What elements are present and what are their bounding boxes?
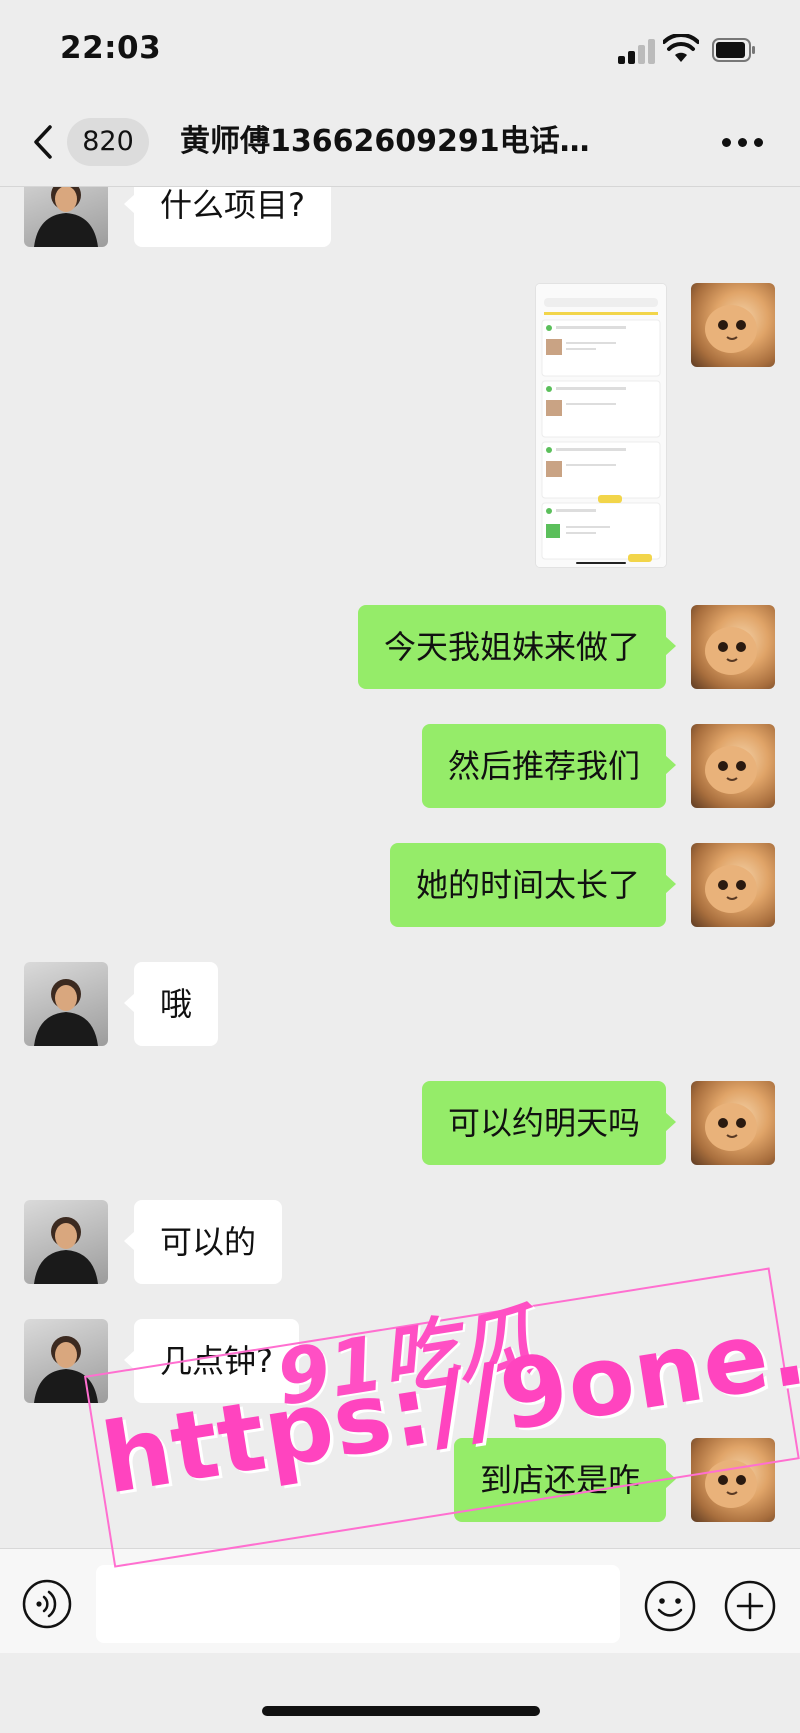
unread-count-badge[interactable]: 820 — [67, 118, 149, 166]
message-bubble-incoming[interactable]: 哦 — [123, 962, 219, 1046]
emoji-icon[interactable] — [643, 1579, 697, 1633]
message-bubble-outgoing[interactable]: 然后推荐我们 — [421, 724, 677, 808]
contact-avatar[interactable] — [24, 1319, 108, 1403]
wifi-icon — [663, 34, 699, 62]
message-list[interactable]: 什么项目? 今天我姐妹来做了 然后推荐我们 她的时间太长了 哦 可以约明天吗 可… — [0, 187, 800, 1547]
contact-avatar[interactable] — [24, 962, 108, 1046]
message-bubble-outgoing[interactable]: 可以约明天吗 — [421, 1081, 677, 1165]
back-icon[interactable] — [28, 124, 58, 160]
image-message[interactable] — [536, 284, 666, 567]
message-bubble-incoming[interactable]: 可以的 — [123, 1200, 283, 1284]
voice-icon[interactable] — [22, 1579, 72, 1629]
message-bubble-outgoing[interactable]: 她的时间太长了 — [389, 843, 677, 927]
message-bubble-incoming[interactable]: 几点钟? — [124, 1319, 299, 1403]
message-bubble-outgoing[interactable]: 到店还是咋 — [453, 1438, 677, 1522]
battery-icon — [712, 38, 755, 62]
message-input[interactable] — [96, 1565, 620, 1643]
status-bar: 22:03 — [0, 0, 800, 100]
my-avatar[interactable] — [691, 605, 775, 689]
contact-avatar[interactable] — [24, 1200, 108, 1284]
my-avatar[interactable] — [691, 843, 775, 927]
my-avatar[interactable] — [691, 1438, 775, 1522]
chat-header: 820 黄师傅13662609291电话… — [0, 100, 800, 187]
contact-avatar[interactable] — [24, 187, 108, 247]
my-avatar[interactable] — [691, 724, 775, 808]
status-time: 22:03 — [60, 30, 162, 66]
plus-icon[interactable] — [723, 1579, 777, 1633]
home-indicator[interactable] — [262, 1706, 540, 1716]
my-avatar[interactable] — [691, 283, 775, 367]
more-icon[interactable] — [722, 138, 764, 148]
message-bubble-incoming[interactable]: 什么项目? — [124, 187, 331, 247]
message-bubble-outgoing[interactable]: 今天我姐妹来做了 — [357, 605, 677, 689]
signal-icon — [618, 38, 656, 64]
chat-title: 黄师傅13662609291电话… — [180, 124, 590, 159]
input-bar — [0, 1548, 800, 1653]
my-avatar[interactable] — [691, 1081, 775, 1165]
